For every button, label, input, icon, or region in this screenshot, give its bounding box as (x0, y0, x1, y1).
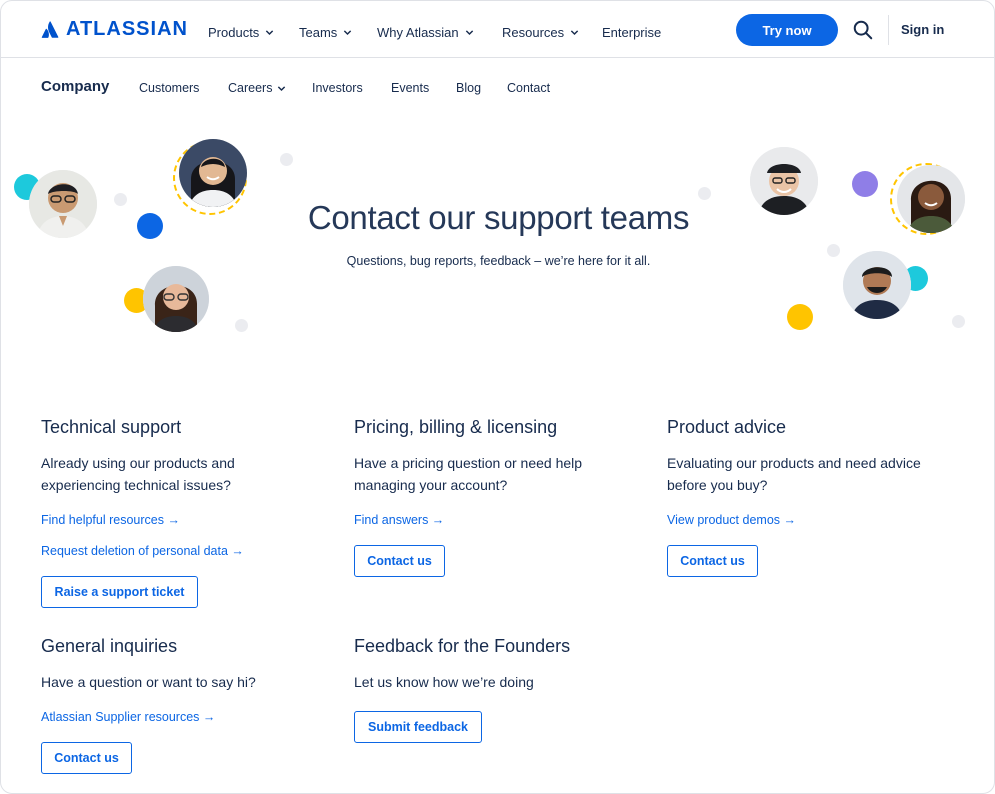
founders-feedback-section: Feedback for the Founders Let us know ho… (354, 636, 644, 693)
general-inquiries-section: General inquiries Have a question or wan… (41, 636, 331, 693)
view-product-demos-link[interactable]: View product demos → (667, 513, 796, 527)
decor-dot-gray (235, 319, 248, 332)
nav-enterprise[interactable]: Enterprise (602, 25, 661, 40)
nav-resources[interactable]: Resources (502, 25, 579, 40)
page-title: Contact our support teams (307, 199, 690, 236)
chevron-down-icon (344, 30, 352, 36)
nav-divider (888, 15, 889, 45)
nav-enterprise-label: Enterprise (602, 25, 662, 40)
atlassian-logo-icon (41, 21, 59, 38)
decor-dot-gray (280, 153, 293, 166)
subnav-blog[interactable]: Blog (456, 81, 481, 95)
submit-feedback-button[interactable]: Submit feedback (354, 711, 482, 743)
logo-wordmark: ATLASSIAN (66, 18, 188, 40)
advice-contact-us-button[interactable]: Contact us (667, 545, 758, 577)
atlassian-logo[interactable]: ATLASSIAN (41, 18, 188, 41)
subnav-customers[interactable]: Customers (139, 81, 199, 95)
subnav-contact-label: Contact (507, 81, 551, 95)
sign-in-link[interactable]: Sign in (901, 22, 944, 37)
raise-support-ticket-button[interactable]: Raise a support ticket (41, 576, 198, 608)
nav-resources-label: Resources (502, 25, 565, 40)
decor-dot-purple (852, 171, 878, 197)
subnav-events[interactable]: Events (391, 81, 429, 95)
page-subtitle: Questions, bug reports, feedback – we’re… (346, 254, 651, 268)
subnav-investors[interactable]: Investors (312, 81, 363, 95)
try-now-button[interactable]: Try now (736, 14, 838, 46)
section-title: Feedback for the Founders (354, 636, 571, 656)
decor-dot-gray (952, 315, 965, 328)
page-frame: ATLASSIAN Products Teams Why Atlassian R… (0, 0, 995, 794)
subnav-title[interactable]: Company (41, 78, 109, 95)
subnav-events-label: Events (391, 81, 430, 95)
section-title: Technical support (41, 417, 182, 437)
chevron-down-icon (465, 30, 473, 36)
subnav-investors-label: Investors (312, 81, 363, 95)
subnav-careers-label: Careers (228, 81, 273, 95)
subnav-blog-label: Blog (456, 81, 482, 95)
nav-why-atlassian-label: Why Atlassian (377, 25, 459, 40)
nav-teams[interactable]: Teams (299, 25, 352, 40)
product-advice-section: Product advice Evaluating our products a… (667, 417, 957, 496)
supplier-resources-link[interactable]: Atlassian Supplier resources → (41, 710, 215, 724)
technical-support-section: Technical support Already using our prod… (41, 417, 331, 496)
section-description: Already using our products and experienc… (41, 455, 235, 493)
team-member-avatar (143, 266, 209, 332)
section-title: General inquiries (41, 636, 178, 656)
subnav-careers[interactable]: Careers (228, 81, 286, 95)
section-title: Pricing, billing & licensing (354, 417, 558, 437)
chevron-down-icon (570, 30, 579, 36)
billing-contact-us-button[interactable]: Contact us (354, 545, 445, 577)
request-deletion-link[interactable]: Request deletion of personal data → (41, 544, 244, 558)
section-title: Product advice (667, 417, 787, 437)
section-description: Have a question or want to say hi? (41, 674, 256, 690)
section-description: Let us know how we’re doing (354, 674, 534, 690)
section-description: Evaluating our products and need advice … (667, 455, 921, 493)
nav-teams-label: Teams (299, 25, 338, 40)
find-answers-link[interactable]: Find answers → (354, 513, 444, 527)
subnav-contact[interactable]: Contact (507, 81, 550, 95)
chevron-down-icon (278, 85, 286, 91)
billing-section: Pricing, billing & licensing Have a pric… (354, 417, 644, 496)
section-description: Have a pricing question or need help man… (354, 455, 583, 493)
nav-why-atlassian[interactable]: Why Atlassian (377, 25, 474, 40)
general-contact-us-button[interactable]: Contact us (41, 742, 132, 774)
nav-products[interactable]: Products (208, 25, 274, 40)
search-icon[interactable] (852, 19, 874, 41)
find-helpful-resources-link[interactable]: Find helpful resources → (41, 513, 180, 527)
decor-dot-yellow (787, 304, 813, 330)
top-navigation: ATLASSIAN Products Teams Why Atlassian R… (1, 1, 994, 58)
team-member-avatar (179, 139, 247, 207)
subnav-customers-label: Customers (139, 81, 200, 95)
chevron-down-icon (266, 30, 274, 36)
nav-products-label: Products (208, 25, 260, 40)
